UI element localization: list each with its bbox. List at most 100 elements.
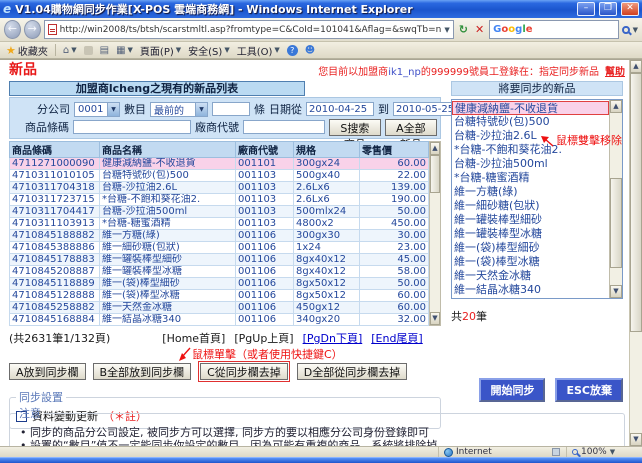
table-row[interactable]: 4710845188882 維一方糖(綠) 001106 300gx30 30.… bbox=[9, 229, 429, 242]
pgdn-link[interactable]: [PgDn下頁] bbox=[303, 330, 363, 346]
forward-button[interactable]: → bbox=[23, 20, 41, 39]
count-input[interactable] bbox=[212, 102, 250, 116]
refresh-button[interactable]: ↻ bbox=[457, 23, 470, 36]
search-dropdown-icon[interactable]: ▼ bbox=[633, 26, 638, 34]
sync-button[interactable]: B全部放到同步欄 bbox=[92, 363, 192, 380]
all-new-products-button[interactable]: A全部新品 bbox=[384, 118, 437, 151]
sync-queue-item[interactable]: 維一方糖(綠) bbox=[452, 185, 609, 199]
help-link[interactable]: 幫助 bbox=[605, 67, 625, 78]
page-body: 新品 您目前以加盟商ik1_np的999999號員工登錄在：指定同步新品 幫助 加… bbox=[0, 60, 629, 446]
table-row[interactable]: 4710845258882 維一天然金冰糖 001106 450gx12 60.… bbox=[9, 301, 429, 314]
listbox-scroll-thumb[interactable] bbox=[610, 178, 622, 268]
pgup-link[interactable]: [PgUp上頁] bbox=[234, 330, 293, 346]
cell-price: 45.00 bbox=[359, 253, 429, 266]
esc-cancel-button[interactable]: ESC放棄 bbox=[555, 378, 623, 402]
table-scroll-thumb[interactable] bbox=[430, 155, 440, 193]
zoom-caret-icon[interactable]: ▼ bbox=[610, 448, 615, 456]
table-row[interactable]: 4710845118889 維一(袋)棒型細砂 001106 8gx50x12 … bbox=[9, 277, 429, 290]
sync-queue-item[interactable]: 台糖-沙拉油500ml bbox=[452, 157, 609, 171]
confirm-buttons: 開始同步 ESC放棄 bbox=[451, 378, 623, 402]
table-row[interactable]: 4710845178883 維一罐裝棒型細砂 001106 8gx40x12 4… bbox=[9, 253, 429, 266]
sync-queue-item[interactable]: 維一天然金冰糖 bbox=[452, 269, 609, 283]
sync-queue-item[interactable]: *台糖-糖蜜酒精 bbox=[452, 171, 609, 185]
table-row[interactable]: 4710845208887 維一罐裝棒型冰糖 001106 8gx40x12 5… bbox=[9, 265, 429, 278]
table-row[interactable]: 4710845388886 維一細砂糖(包狀) 001106 1x24 23.0… bbox=[9, 241, 429, 254]
protected-mode-icon bbox=[552, 448, 560, 456]
table-row[interactable]: 4711271000090 健康減納鹽-不收退貨 001101 300gx24 … bbox=[9, 157, 429, 170]
back-button[interactable]: ← bbox=[4, 20, 21, 39]
count-select[interactable]: 最前的 ▼ bbox=[150, 101, 208, 117]
table-scroll-down-icon[interactable]: ▼ bbox=[430, 312, 440, 325]
maximize-button[interactable]: ❐ bbox=[599, 2, 617, 16]
home-page-link[interactable]: [Home首頁] bbox=[162, 330, 225, 346]
stop-button[interactable]: ✕ bbox=[473, 23, 486, 36]
sync-button[interactable]: A放到同步欄 bbox=[9, 363, 86, 380]
date-from-input[interactable] bbox=[306, 102, 374, 116]
sync-queue-item[interactable]: 維一罐裝棒型冰糖 bbox=[452, 227, 609, 241]
tools-menu-label: 工具(O) bbox=[236, 46, 273, 58]
sync-queue-item[interactable]: 台糖特號砂(包)500 bbox=[452, 115, 609, 129]
sync-queue-item[interactable]: 健康減納鹽-不收退貨 bbox=[452, 101, 609, 115]
listbox-scroll-down-icon[interactable]: ▼ bbox=[610, 285, 622, 298]
table-row[interactable]: 4710311723715 *台糖-不飽和葵花油2. 001103 2.6Lx6… bbox=[9, 193, 429, 206]
read-mail-icon[interactable]: ▤ bbox=[100, 45, 109, 56]
table-row[interactable]: 4710311103913 *台糖-糖蜜酒精 001103 4800x2 450… bbox=[9, 217, 429, 230]
end-page-link[interactable]: [End尾頁] bbox=[371, 330, 423, 346]
sync-queue-item[interactable]: 維一(袋)棒型冰糖 bbox=[452, 255, 609, 269]
product-list-panel: 加盟商lcheng之現有的新品列表 分公司 0001 ▼ 數目 最前的 ▼ 條 … bbox=[9, 81, 461, 429]
sync-queue-item[interactable]: 維一罐裝棒型細砂 bbox=[452, 213, 609, 227]
table-row[interactable]: 4710311704417 台糖-沙拉油500ml 001103 500mlx2… bbox=[9, 205, 429, 218]
search-icon[interactable] bbox=[622, 25, 630, 34]
favorites-button[interactable]: ★ 收藏夾 bbox=[6, 43, 48, 58]
page-scroll-up-icon[interactable]: ▲ bbox=[630, 60, 642, 73]
cell-barcode: 4711271000090 bbox=[9, 157, 100, 170]
notice-item: 設置的“數目”值不一定能同步你設定的數目，因為可能有重複的商品，系統將排除掉 bbox=[16, 439, 618, 446]
start-sync-button[interactable]: 開始同步 bbox=[479, 378, 546, 402]
table-scrollbar[interactable]: ▲ ▼ bbox=[429, 141, 441, 326]
cell-spec: 300gx24 bbox=[293, 157, 360, 170]
sync-queue-listbox[interactable]: 健康減納鹽-不收退貨 台糖特號砂(包)500 台糖-沙拉油2.6L *台糖-不飽… bbox=[451, 99, 623, 299]
home-button[interactable]: ⌂ ▼ bbox=[63, 45, 77, 56]
minimize-button[interactable]: – bbox=[577, 2, 595, 16]
cell-spec: 8gx50x12 bbox=[293, 289, 360, 302]
messenger-icon[interactable]: ☻ bbox=[305, 45, 315, 56]
table-scroll-up-icon[interactable]: ▲ bbox=[430, 142, 440, 155]
address-dropdown-icon[interactable]: ▼ bbox=[444, 26, 449, 34]
address-box[interactable]: http://win2008/ts/btsh/scarstmltl.asp?fr… bbox=[43, 20, 454, 39]
table-row[interactable]: 4710311010105 台糖特號砂(包)500 001103 500gx40… bbox=[9, 169, 429, 182]
date-from-label: 日期從 bbox=[269, 103, 302, 116]
col-barcode: 商品條碼 bbox=[9, 141, 100, 158]
vendor-input[interactable] bbox=[243, 120, 325, 134]
tools-menu[interactable]: 工具(O) ▼ bbox=[237, 43, 280, 58]
feed-icon[interactable] bbox=[83, 45, 93, 55]
page-scroll-thumb[interactable] bbox=[630, 73, 642, 333]
google-logo: Google bbox=[493, 24, 533, 35]
table-row[interactable]: 4710311704318 台糖-沙拉油2.6L 001103 2.6Lx6 1… bbox=[9, 181, 429, 194]
close-button[interactable]: ✕ bbox=[621, 2, 639, 16]
table-row[interactable]: 4710845168884 維一結晶冰糖340 001106 340gx20 3… bbox=[9, 313, 429, 326]
url-text[interactable]: http://win2008/ts/btsh/scarstmltl.asp?fr… bbox=[60, 25, 442, 35]
annotation-arrow-icon bbox=[179, 347, 191, 361]
page-menu[interactable]: 頁面(P) ▼ bbox=[140, 43, 181, 58]
table-row[interactable]: 4710845128888 維一(袋)棒型冰糖 001106 8gx50x12 … bbox=[9, 289, 429, 302]
search-box[interactable]: Google bbox=[489, 20, 620, 39]
branch-select[interactable]: 0001 ▼ bbox=[74, 101, 120, 117]
barcode-input[interactable] bbox=[73, 120, 191, 134]
product-table: 商品條碼 商品名稱 廠商代號 規格 零售價 4711271000090 健康減納… bbox=[9, 141, 429, 326]
page-scroll-down-icon[interactable]: ▼ bbox=[630, 433, 642, 446]
security-zone: Internet bbox=[438, 447, 546, 457]
date-to-label: 到 bbox=[378, 103, 389, 116]
sync-button[interactable]: D全部從同步欄去掉 bbox=[296, 363, 408, 380]
print-button[interactable]: ▦ ▼ bbox=[116, 45, 133, 56]
sync-queue-item[interactable]: 維一結晶冰糖340 bbox=[452, 283, 609, 297]
sync-queue-item[interactable]: 維一(袋)棒型細砂 bbox=[452, 241, 609, 255]
safety-menu[interactable]: 安全(S) ▼ bbox=[188, 43, 230, 58]
listbox-scrollbar[interactable]: ▲ ▼ bbox=[609, 100, 622, 298]
sync-button[interactable]: C從同步欄去掉 bbox=[200, 363, 288, 380]
sync-queue-item[interactable]: 維一細砂糖(包狀) bbox=[452, 199, 609, 213]
page-scrollbar[interactable]: ▲ ▼ bbox=[629, 60, 642, 446]
zoom-control[interactable]: 100% ▼ bbox=[566, 447, 638, 457]
help-menu-icon[interactable]: ? bbox=[286, 44, 298, 56]
search-products-button[interactable]: S搜索商品 bbox=[329, 118, 381, 151]
listbox-scroll-up-icon[interactable]: ▲ bbox=[610, 100, 622, 113]
